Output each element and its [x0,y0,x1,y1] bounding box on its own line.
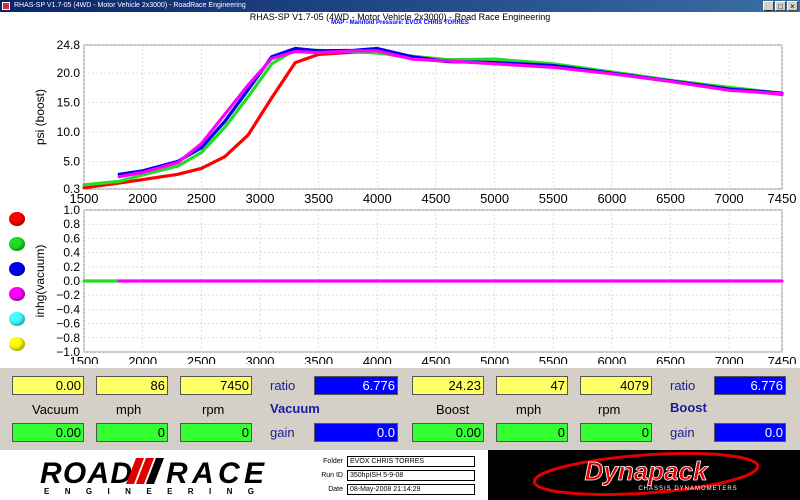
run-dot-red[interactable] [9,212,25,226]
rpm-label-right: rpm [598,402,621,417]
boost-plot-frame [83,44,783,190]
gain-label-right: gain [670,425,695,440]
dynapack-text: Dynapack [585,456,709,486]
folder-row: Folder EVOX CHRIS TORRES [305,456,485,468]
vacuum-xtick-label: 5000 [480,354,509,364]
dyno-app-window: RHAS-SP V1.7-05 (4WD - Motor Vehicle 2x3… [0,0,800,500]
close-button[interactable]: × [787,1,798,11]
ratio-label-left: ratio [270,378,296,393]
window-title: RHAS-SP V1.7-05 (4WD - Motor Vehicle 2x3… [14,2,246,9]
mph-label-right: mph [516,402,542,417]
vacuum-xtick-label: 5500 [539,354,568,364]
vacuum-xtick-label: 4000 [363,354,392,364]
vacuum-xtick-label: 7000 [715,354,744,364]
date-field[interactable]: 08-May-2008 21:14:29 [347,484,475,495]
vacuum-xtick-label: 6000 [597,354,626,364]
mph-value-box-right-2: 0 [496,423,568,442]
vacuum-xtick-label: 2000 [128,354,157,364]
boost-chart: 1500 2000 2500 3000 3500 4000 4500 5000 5500 6000… [33,38,796,206]
date-label: Date [328,486,343,493]
maximize-button[interactable]: □ [775,1,786,11]
vacuum-ytick-label: −0.8 [56,331,80,345]
app-icon [2,2,10,10]
runid-label: Run ID [321,472,343,479]
logo-tagline: ENGINEERING [44,487,260,496]
rpm-value-box-2: 0 [180,423,252,442]
vacuum-xtick-label: 3500 [304,354,333,364]
vacuum-ytick-label: 0.4 [63,246,80,260]
vacuum-xtick-label: 7450 [768,354,797,364]
mph-value-box-right: 47 [496,376,568,395]
date-row: Date 08-May-2008 21:14:29 [305,484,485,496]
road-race-logo: ROAD RACE ENGINEERING [40,457,265,496]
ratio-value-box-right: 6.776 [714,376,786,395]
run-dot-cyan[interactable] [9,312,25,326]
runid-row: Run ID 350hpISH 5-9-08 [305,470,485,482]
boost-ytick-label: 15.0 [57,96,81,110]
rpm-label-left: rpm [202,402,225,417]
plot-area: RHAS-SP V1.7-05 (4WD - Motor Vehicle 2x3… [0,12,800,368]
boost-ytick-label: 5.0 [63,154,80,168]
dynapack-tagline: CHASSIS DYNAMOMETERS [638,486,737,492]
vacuum-xtick-label: 6500 [656,354,685,364]
rpm-value-box-right: 4079 [580,376,652,395]
vacuum-ytick-label: 0.0 [63,274,80,288]
vacuum-chart: 1500 2000 2500 3000 3500 4000 4500 5000 5500 6000… [33,204,797,364]
vacuum-xtick-label: 4500 [421,354,450,364]
window-title-bar[interactable]: RHAS-SP V1.7-05 (4WD - Motor Vehicle 2x3… [0,0,800,12]
dynapack-logo: Dynapack CHASSIS DYNAMOMETERS [488,450,800,500]
window-controls: _ □ × [763,1,798,11]
vacuum-xtick-label: 2500 [187,354,216,364]
folder-field[interactable]: EVOX CHRIS TORRES [347,456,475,467]
gain-label-left: gain [270,425,295,440]
mph-value-box: 86 [96,376,168,395]
run-dot-yellow[interactable] [9,337,25,351]
run-info-block: Folder EVOX CHRIS TORRES Run ID 350hpISH… [305,454,485,498]
vacuum-ytick-label: −0.2 [56,288,80,302]
ratio-value-box-left: 6.776 [314,376,398,395]
gain-value-box-left: 0.0 [314,423,398,442]
readout-panel: 0.00 86 7450 ratio 6.776 Vacuum mph rpm … [0,368,800,450]
run-dot-magenta[interactable] [9,287,25,301]
boost-ytick-label: 0.3 [63,182,80,196]
boost-value-box: 24.23 [412,376,484,395]
boost-ytick-label: 24.8 [57,38,81,52]
logo-road-text: ROAD [40,457,132,490]
vacuum-ytick-label: −0.4 [56,302,80,316]
boost-ytick-label: 10.0 [57,125,81,139]
ratio-label-right: ratio [670,378,696,393]
mph-value-box-2: 0 [96,423,168,442]
vacuum-xtick-label: 3000 [246,354,275,364]
runid-field[interactable]: 350hpISH 5-9-08 [347,470,475,481]
boost-ylabel: psi (boost) [33,89,47,145]
vacuum-label: Vacuum [32,402,79,417]
footer: ROAD RACE ENGINEERING Folder EVOX CHRIS … [0,450,800,500]
chart-header-subtitle: MAP - Manifold Pressure: EVOX CHRIS TORR… [331,20,469,26]
boost-label: Boost [436,402,470,417]
vacuum-value-box-2: 0.00 [12,423,84,442]
vacuum-ytick-label: 0.6 [63,231,80,245]
logo-race-text: RACE [166,457,265,490]
minimize-button[interactable]: _ [763,1,774,11]
gain-value-box-right: 0.0 [714,423,786,442]
rpm-value-box: 7450 [180,376,252,395]
vacuum-value-box: 0.00 [12,376,84,395]
run-selector-dots [0,200,34,368]
vacuum-ytick-label: 1.0 [63,204,80,217]
vacuum-ytick-label: 0.2 [63,260,80,274]
vacuum-ylabel: inhg(vacuum) [33,245,47,318]
boost-value-box-2: 0.00 [412,423,484,442]
boost-ytick-label: 20.0 [57,66,81,80]
vacuum-ytick-label: −0.6 [56,317,80,331]
vacuum-ytick-label: 0.8 [63,217,80,231]
boost-section-label: Boost [670,400,707,415]
run-dot-blue[interactable] [9,262,25,276]
vacuum-section-label: Vacuum [270,401,320,416]
run-dot-green[interactable] [9,237,25,251]
mph-label-left: mph [116,402,142,417]
vacuum-ytick-label: −1.0 [56,345,80,359]
rpm-value-box-right-2: 0 [580,423,652,442]
folder-label: Folder [323,458,343,465]
